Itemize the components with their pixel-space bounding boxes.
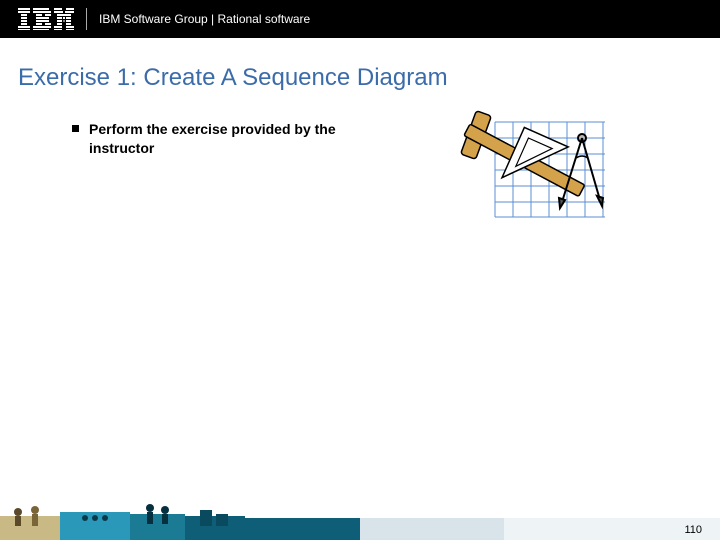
page-number: 110 xyxy=(684,524,702,536)
ibm-logo xyxy=(18,8,74,30)
bullet-text: Perform the exercise provided by the ins… xyxy=(89,120,362,158)
header-text: IBM Software Group | Rational software xyxy=(99,12,310,26)
bullet-square-icon xyxy=(72,125,79,132)
footer: 110 xyxy=(0,492,720,540)
bullet-item: Perform the exercise provided by the ins… xyxy=(72,120,362,158)
header-divider xyxy=(86,8,87,30)
header-bar: IBM Software Group | Rational software xyxy=(0,0,720,38)
slide-title: Exercise 1: Create A Sequence Diagram xyxy=(0,38,720,92)
drafting-tools-icon xyxy=(440,110,620,260)
footer-illustration xyxy=(0,498,310,540)
